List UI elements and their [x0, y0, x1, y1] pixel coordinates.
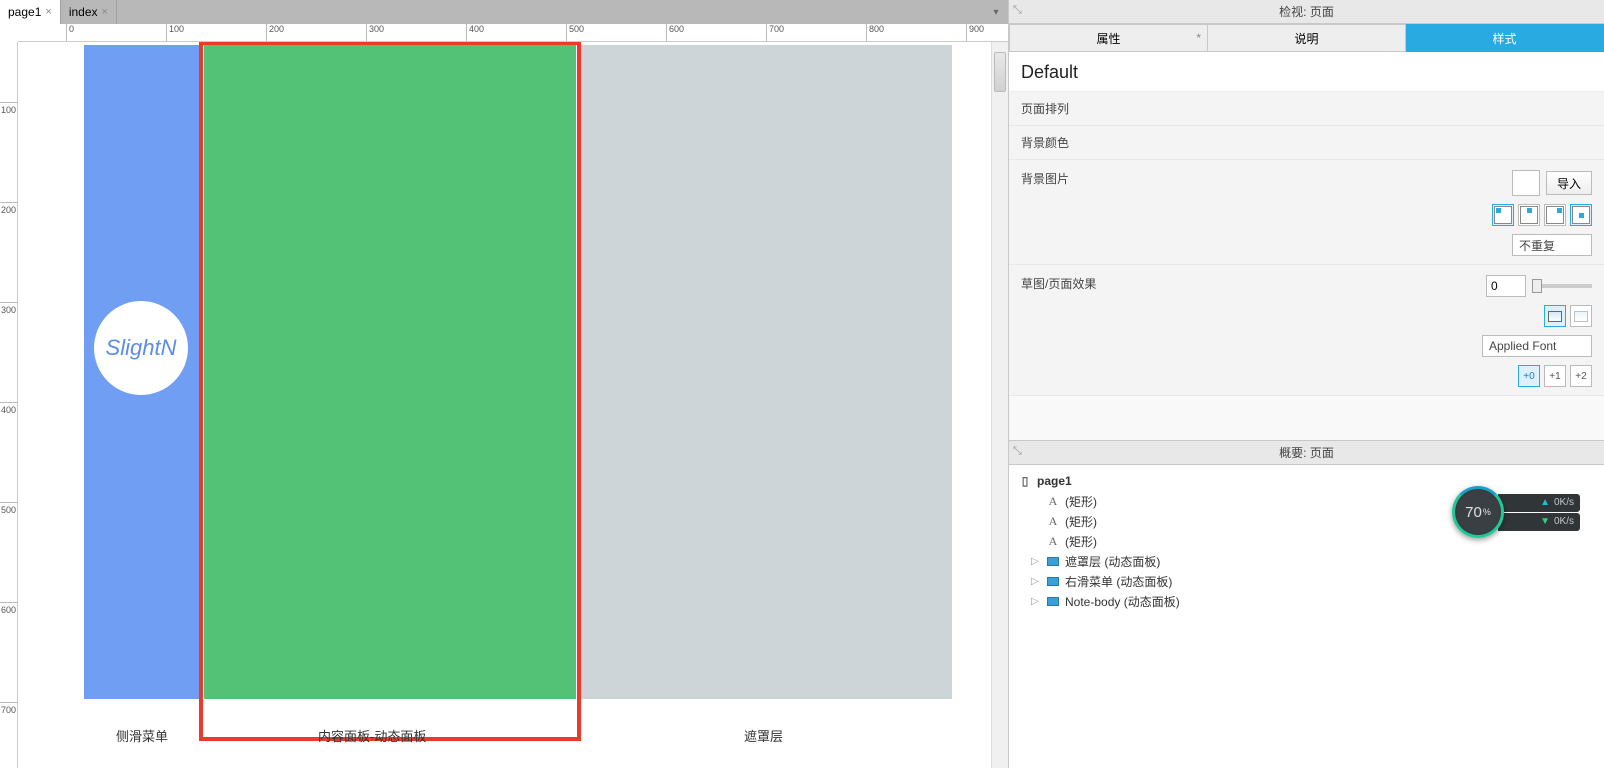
tree-item[interactable]: A (矩形)	[1017, 511, 1596, 531]
logo-text: SlightN	[106, 335, 177, 361]
canvas-label-side: 侧滑菜单	[116, 726, 168, 745]
align-cc-button[interactable]	[1570, 204, 1592, 226]
tree-item[interactable]: A (矩形)	[1017, 531, 1596, 551]
text-shape-icon: A	[1045, 494, 1061, 509]
tab-attributes[interactable]: 属性 *	[1009, 24, 1208, 52]
tree-item[interactable]: A (矩形)	[1017, 491, 1596, 511]
outline-header: ⤡ 概要: 页面	[1009, 441, 1604, 465]
style-name: Default	[1009, 52, 1604, 92]
tab-style[interactable]: 样式	[1406, 24, 1604, 52]
close-icon[interactable]: ×	[45, 6, 51, 18]
import-button[interactable]: 导入	[1546, 171, 1592, 195]
inspector-body: Default 页面排列 背景颜色 背景图片 导入	[1009, 52, 1604, 440]
label-bg-image: 背景图片	[1021, 170, 1141, 187]
outline-panel: ⤡ 概要: 页面 ▯ page1 A (矩形) A (矩形) A (矩形) ▷ 遮罩层 (动态…	[1009, 440, 1604, 768]
tree-item[interactable]: ▷ 遮罩层 (动态面板)	[1017, 551, 1596, 571]
inspector-tabs: 属性 * 说明 样式	[1009, 24, 1604, 52]
scrollbar-thumb[interactable]	[994, 52, 1006, 92]
expand-icon[interactable]: ▷	[1031, 576, 1041, 587]
tree-item[interactable]: ▷ Note-body (动态面板)	[1017, 591, 1596, 611]
font-adj-1[interactable]: +1	[1544, 365, 1566, 387]
picture-icon	[1574, 311, 1588, 322]
side-menu-panel[interactable]: SlightN	[84, 45, 199, 699]
tab-page1[interactable]: page1 ×	[0, 0, 61, 24]
color-mode-button[interactable]	[1544, 305, 1566, 327]
row-bg-image: 背景图片 导入 不重复	[1009, 160, 1604, 265]
tab-label: index	[69, 5, 98, 19]
tree-root[interactable]: ▯ page1	[1017, 471, 1596, 491]
page-icon: ▯	[1017, 474, 1033, 488]
tree-label: (矩形)	[1065, 493, 1097, 510]
tab-label: 样式	[1492, 30, 1516, 47]
tree-label: 遮罩层 (动态面板)	[1065, 553, 1160, 570]
vertical-ruler: 100200300400500600700	[0, 42, 18, 768]
row-bg-color: 背景颜色	[1009, 126, 1604, 160]
mask-panel[interactable]	[580, 45, 952, 699]
picture-icon	[1548, 311, 1562, 322]
tab-description[interactable]: 说明	[1208, 24, 1406, 52]
close-icon[interactable]: ×	[102, 6, 108, 18]
text-shape-icon: A	[1045, 534, 1061, 549]
canvas-label-content: 内容面板-动态面板	[318, 726, 426, 745]
horizontal-ruler: 01002003004005006007008009001000	[18, 24, 1008, 42]
outline-title: 概要: 页面	[1279, 444, 1334, 461]
collapse-icon[interactable]: ⤡	[1013, 445, 1022, 458]
design-canvas[interactable]: SlightN 侧滑菜单 内容面板-动态面板 遮罩层	[18, 42, 1008, 768]
align-tc-button[interactable]	[1518, 204, 1540, 226]
tree-label: (矩形)	[1065, 513, 1097, 530]
sketch-slider[interactable]	[1532, 284, 1592, 288]
text-shape-icon: A	[1045, 514, 1061, 529]
row-page-align: 页面排列	[1009, 92, 1604, 126]
bg-image-swatch[interactable]	[1512, 170, 1540, 196]
canvas-vertical-scrollbar[interactable]	[991, 42, 1008, 768]
right-column: ⤡ 检视: 页面 属性 * 说明 样式 Default 页面排列	[1008, 0, 1604, 768]
outline-tree: ▯ page1 A (矩形) A (矩形) A (矩形) ▷ 遮罩层 (动态面板) ▷ 右滑菜单 …	[1009, 465, 1604, 768]
dynamic-panel-icon	[1045, 597, 1061, 606]
tab-label: page1	[8, 5, 41, 19]
editor-pane: page1 × index × ▾ 0100200300400500600700…	[0, 0, 1008, 768]
slider-knob[interactable]	[1532, 279, 1542, 293]
editor-body: 100200300400500600700 SlightN 侧滑菜单 内容面板-…	[0, 42, 1008, 768]
dynamic-panel-icon	[1045, 577, 1061, 586]
logo-badge: SlightN	[94, 301, 188, 395]
document-tabbar: page1 × index × ▾	[0, 0, 1008, 24]
inspector-title: 检视: 页面	[1279, 3, 1334, 20]
tree-item[interactable]: ▷ 右滑菜单 (动态面板)	[1017, 571, 1596, 591]
tree-label: Note-body (动态面板)	[1065, 593, 1180, 610]
tab-label: 说明	[1294, 30, 1318, 47]
sketch-value-input[interactable]	[1486, 275, 1526, 297]
tab-overflow-dropdown[interactable]: ▾	[988, 4, 1004, 20]
content-dynamic-panel[interactable]	[204, 45, 576, 699]
dynamic-panel-icon	[1045, 557, 1061, 566]
repeat-select[interactable]: 不重复	[1512, 234, 1592, 256]
tab-index[interactable]: index ×	[61, 0, 117, 24]
font-adj-2[interactable]: +2	[1570, 365, 1592, 387]
canvas-label-mask: 遮罩层	[744, 726, 783, 745]
align-tr-button[interactable]	[1544, 204, 1566, 226]
tab-label: 属性	[1096, 30, 1120, 47]
label-sketch: 草图/页面效果	[1021, 275, 1141, 292]
label-page-align: 页面排列	[1021, 100, 1141, 117]
gray-mode-button[interactable]	[1570, 305, 1592, 327]
inspector-panel: ⤡ 检视: 页面 属性 * 说明 样式 Default 页面排列	[1009, 0, 1604, 440]
row-sketch: 草图/页面效果 Applied Font +0	[1009, 265, 1604, 396]
font-select[interactable]: Applied Font	[1482, 335, 1592, 357]
expand-icon[interactable]: ▷	[1031, 596, 1041, 607]
align-tl-button[interactable]	[1492, 204, 1514, 226]
collapse-icon[interactable]: ⤡	[1013, 4, 1022, 17]
label-bg-color: 背景颜色	[1021, 134, 1141, 151]
tree-label: page1	[1037, 474, 1072, 488]
tree-label: (矩形)	[1065, 533, 1097, 550]
font-adj-0[interactable]: +0	[1518, 365, 1540, 387]
inspector-header: ⤡ 检视: 页面	[1009, 0, 1604, 24]
expand-icon[interactable]: ▷	[1031, 556, 1041, 567]
dirty-indicator: *	[1196, 31, 1201, 45]
app-root: page1 × index × ▾ 0100200300400500600700…	[0, 0, 1604, 768]
tree-label: 右滑菜单 (动态面板)	[1065, 573, 1172, 590]
